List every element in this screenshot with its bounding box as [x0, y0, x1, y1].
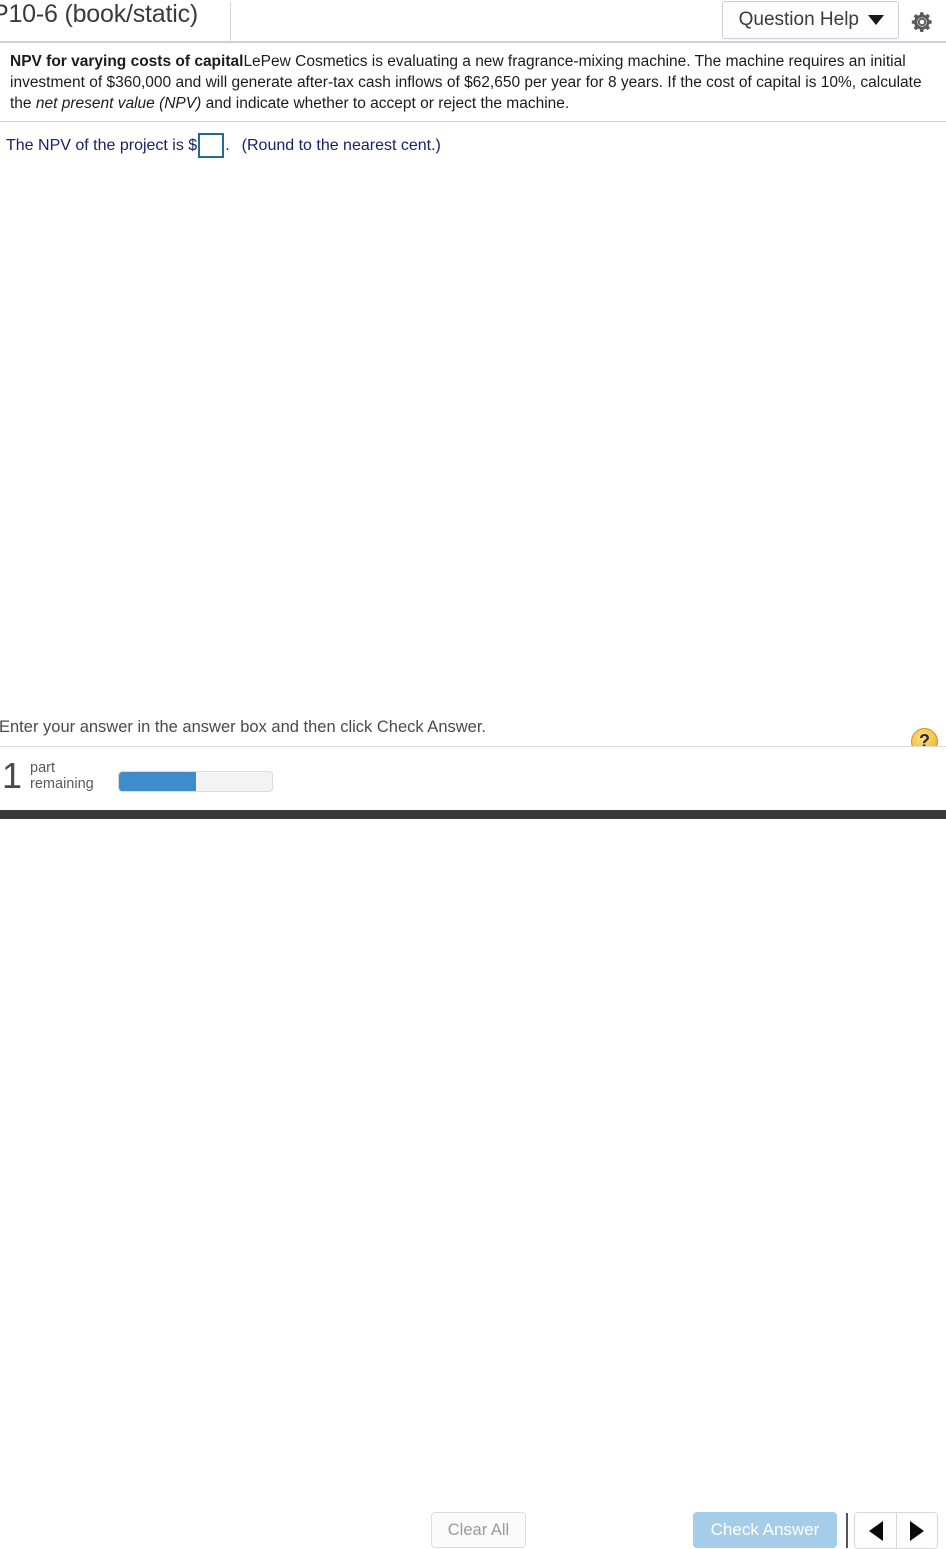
bottom-status-bar	[0, 810, 946, 819]
navigation-buttons	[854, 1512, 938, 1549]
parts-remaining-group: 1 part remaining	[2, 757, 94, 795]
parts-remaining-label: part remaining	[30, 760, 94, 792]
question-italic-phrase: net present value (NPV)	[35, 95, 202, 112]
check-answer-button[interactable]: Check Answer	[693, 1512, 837, 1548]
gear-icon	[911, 12, 932, 32]
question-help-button[interactable]: Question Help	[721, 1, 899, 39]
header-divider	[230, 2, 231, 41]
next-question-button[interactable]	[896, 1513, 937, 1548]
progress-bar	[118, 771, 273, 792]
answer-period: .	[225, 136, 230, 154]
question-statement-text: NPV for varying costs of capitalLePew Co…	[10, 51, 936, 114]
rounding-hint: (Round to the nearest cent.)	[241, 136, 441, 154]
parts-label-line1: part	[30, 760, 56, 776]
triangle-right-icon	[910, 1520, 924, 1541]
settings-button[interactable]	[906, 6, 938, 38]
page-title: P10-6 (book/static)	[0, 0, 199, 28]
progress-bar-fill	[119, 772, 196, 791]
npv-answer-input[interactable]	[198, 133, 225, 158]
instruction-bar: Enter your answer in the answer box and …	[0, 713, 946, 755]
triangle-left-icon	[868, 1520, 883, 1541]
parts-label-line2: remaining	[30, 776, 94, 792]
answer-prompt-label: The NPV of the project is $	[6, 136, 198, 154]
previous-question-button[interactable]	[855, 1513, 896, 1548]
parts-remaining-count: 1	[2, 755, 23, 796]
clear-all-button[interactable]: Clear All	[431, 1512, 526, 1548]
nav-separator	[846, 1513, 848, 1548]
question-statement-panel: NPV for varying costs of capitalLePew Co…	[0, 43, 946, 122]
answer-row: The NPV of the project is $ . (Round to …	[0, 133, 441, 158]
instruction-text: Enter your answer in the answer box and …	[0, 718, 486, 736]
question-help-label: Question Help	[738, 9, 859, 30]
footer-toolbar: 1 part remaining Clear All Check Answer	[0, 746, 946, 1549]
answer-work-area: The NPV of the project is $ . (Round to …	[0, 122, 946, 745]
question-topic-label: NPV for varying costs of capital	[10, 53, 244, 70]
question-body-part2: and indicate whether to accept or reject…	[201, 95, 570, 112]
chevron-down-icon	[868, 15, 884, 25]
header-bar: P10-6 (book/static) Question Help	[0, 0, 946, 43]
